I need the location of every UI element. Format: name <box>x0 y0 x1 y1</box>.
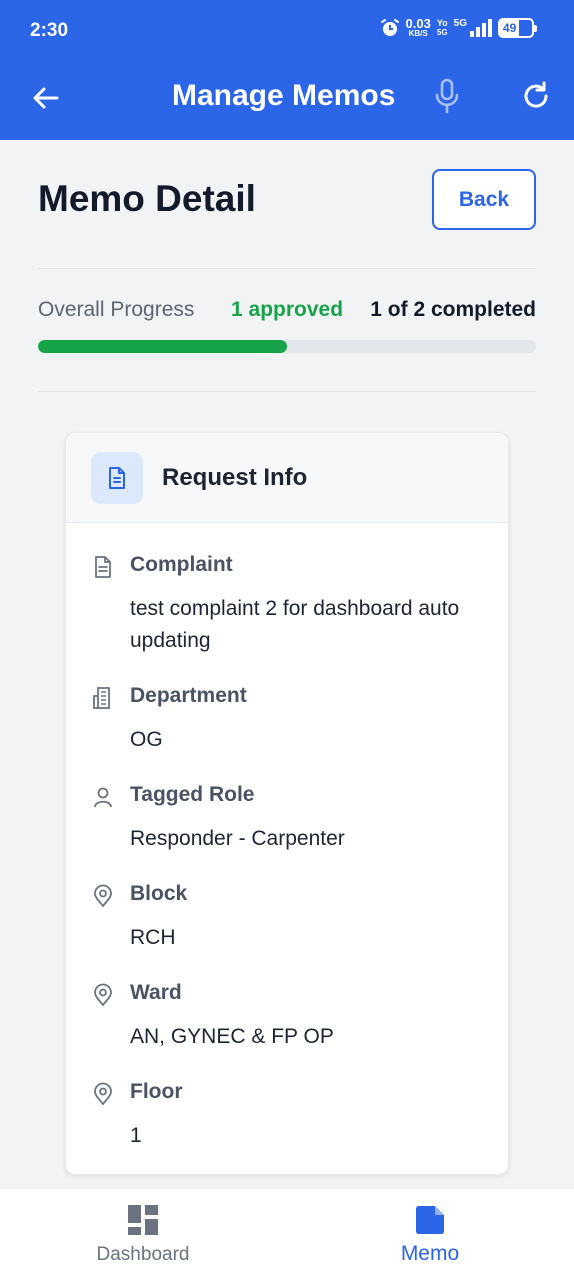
field-value: test complaint 2 for dashboard auto upda… <box>130 597 460 652</box>
bottom-nav: Dashboard Memo <box>0 1188 574 1280</box>
field-label: Tagged Role <box>130 783 255 806</box>
overall-progress: Overall Progress 1 approved 1 of 2 compl… <box>38 298 536 324</box>
toolbar: Manage Memos <box>0 64 574 140</box>
field-value: OG <box>130 728 163 751</box>
status-icons: 0.03 KB/S Yo 5G 5G 49 <box>380 16 537 38</box>
location-pin-icon <box>94 884 112 908</box>
network-type: 5G <box>453 18 467 29</box>
document-icon <box>91 452 143 504</box>
nav-memo[interactable]: Memo <box>320 1189 540 1280</box>
location-pin-icon <box>94 1082 112 1106</box>
refresh-icon[interactable] <box>520 80 552 112</box>
progress-label: Overall Progress <box>38 298 195 321</box>
approved-count: 1 approved <box>231 298 344 321</box>
field-label: Complaint <box>130 553 233 576</box>
field-value: Responder - Carpenter <box>130 827 345 850</box>
nav-label: Dashboard <box>96 1244 190 1265</box>
alarm-icon <box>380 19 399 36</box>
field-label: Department <box>130 684 247 707</box>
memo-icon <box>416 1206 444 1234</box>
nav-label: Memo <box>400 1242 460 1265</box>
user-icon <box>94 787 112 808</box>
field-label: Floor <box>130 1080 183 1103</box>
arrow-left-icon[interactable] <box>30 82 62 114</box>
back-button[interactable]: Back <box>432 169 536 230</box>
divider <box>38 391 536 392</box>
field-label: Block <box>130 882 188 905</box>
sim-indicator: Yo 5G <box>436 18 448 38</box>
progress-bar <box>38 340 536 353</box>
request-info-card: Request Info Complaint test complaint 2 … <box>65 432 509 1175</box>
status-bar: 2:30 0.03 KB/S Yo 5G 5G 49 <box>0 0 574 64</box>
document-icon <box>95 556 111 578</box>
progress-bar-fill <box>38 340 287 353</box>
field-label: Ward <box>130 981 182 1004</box>
page-title: Memo Detail <box>38 178 256 219</box>
divider <box>38 268 536 269</box>
status-time: 2:30 <box>30 20 69 41</box>
building-icon <box>93 687 110 709</box>
card-title: Request Info <box>162 464 308 491</box>
microphone-icon[interactable] <box>432 78 462 114</box>
card-header: Request Info <box>66 433 508 523</box>
appbar-title: Manage Memos <box>172 79 396 112</box>
field-value: RCH <box>130 926 176 949</box>
net-speed: 0.03 KB/S <box>405 16 431 38</box>
field-value: AN, GYNEC & FP OP <box>130 1025 334 1048</box>
signal-icon <box>470 19 492 37</box>
completed-count: 1 of 2 completed <box>370 298 536 321</box>
location-pin-icon <box>94 983 112 1007</box>
app-bar: 2:30 0.03 KB/S Yo 5G 5G 49 Manage Memos <box>0 0 574 140</box>
dashboard-grid-icon <box>128 1205 158 1235</box>
nav-dashboard[interactable]: Dashboard <box>33 1189 253 1280</box>
battery-icon: 49 <box>498 18 537 38</box>
field-value: 1 <box>130 1124 142 1147</box>
